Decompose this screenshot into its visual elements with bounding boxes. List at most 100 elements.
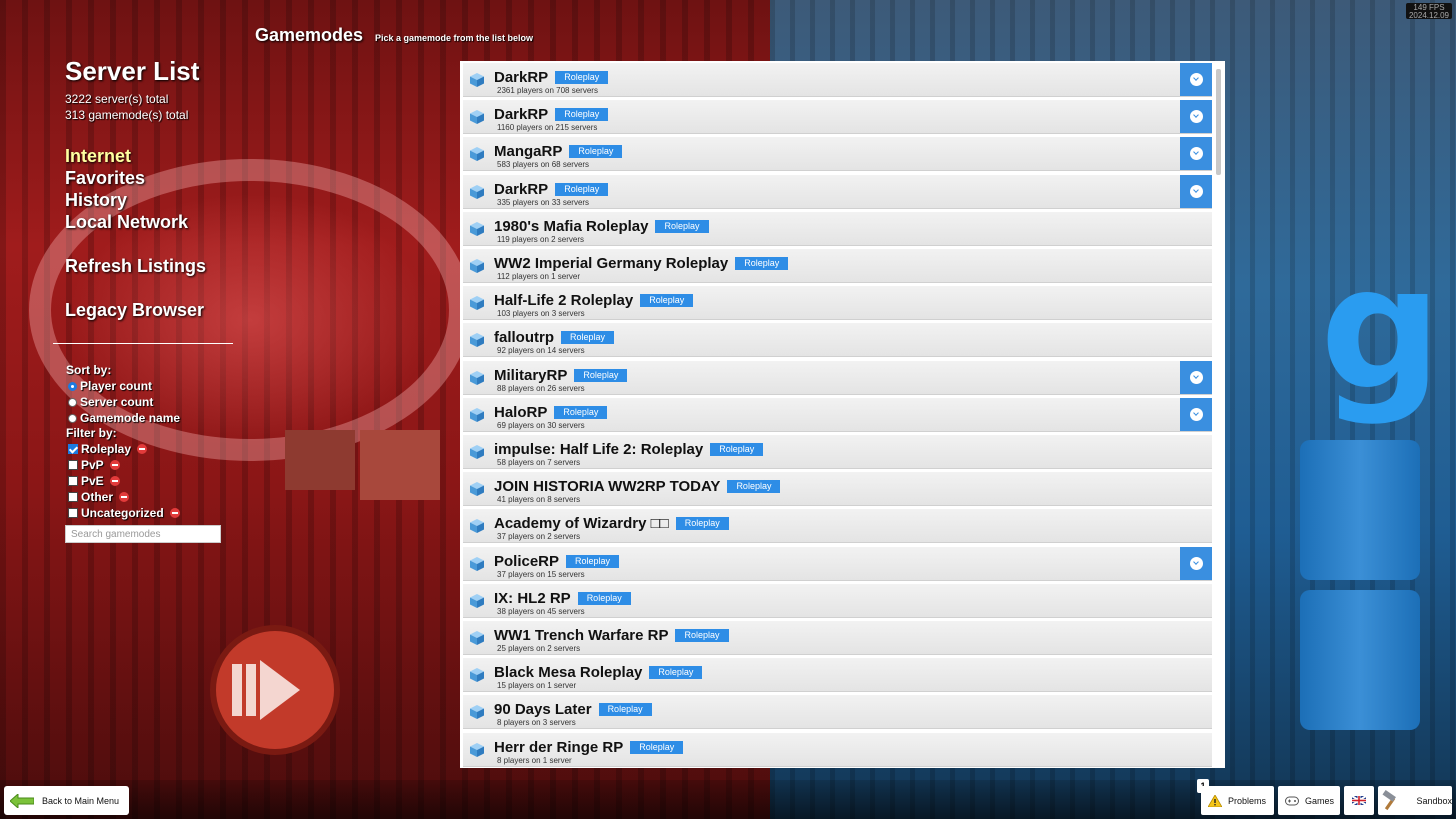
uk-flag-icon bbox=[1352, 796, 1366, 805]
checkbox-icon[interactable] bbox=[68, 460, 78, 470]
gamemode-row[interactable]: 90 Days Later Roleplay 8 players on 3 se… bbox=[463, 695, 1212, 730]
gamemode-player-info: 37 players on 2 servers bbox=[497, 532, 581, 542]
cube-icon bbox=[470, 482, 484, 497]
cube-icon bbox=[470, 593, 484, 608]
gamemode-row[interactable]: 1980's Mafia Roleplay Roleplay 119 playe… bbox=[463, 211, 1212, 246]
gamemode-category-tag: Roleplay bbox=[640, 294, 694, 308]
gamemode-player-info: 69 players on 30 servers bbox=[497, 420, 585, 430]
language-button[interactable] bbox=[1344, 786, 1374, 815]
nav-refresh-listings[interactable]: Refresh Listings bbox=[65, 256, 206, 277]
exclude-icon[interactable] bbox=[169, 508, 180, 518]
gamemode-row[interactable]: JOIN HISTORIA WW2RP TODAY Roleplay 41 pl… bbox=[463, 472, 1212, 507]
gamemode-row[interactable]: DarkRP Roleplay 335 players on 33 server… bbox=[463, 174, 1212, 209]
gamemode-row[interactable]: HaloRP Roleplay 69 players on 30 servers bbox=[463, 397, 1212, 432]
sort-option-gamemode-name[interactable]: Gamemode name bbox=[68, 411, 180, 425]
filter-uncategorized[interactable]: Uncategorized bbox=[68, 506, 180, 520]
gamemode-row[interactable]: falloutrp Roleplay 92 players on 14 serv… bbox=[463, 323, 1212, 358]
gamemode-name: 90 Days Later bbox=[494, 701, 592, 719]
exclude-icon[interactable] bbox=[119, 492, 130, 502]
gamemode-row[interactable]: IX: HL2 RP Roleplay 38 players on 45 ser… bbox=[463, 583, 1212, 618]
problems-button[interactable]: Problems bbox=[1201, 786, 1274, 815]
exclude-icon[interactable] bbox=[109, 460, 120, 470]
nav-favorites[interactable]: Favorites bbox=[65, 168, 145, 189]
filter-roleplay[interactable]: Roleplay bbox=[68, 442, 148, 456]
download-button[interactable] bbox=[1180, 100, 1212, 134]
gamemode-name: WW1 Trench Warfare RP bbox=[494, 627, 669, 644]
gamemode-name-line: DarkRP Roleplay bbox=[494, 106, 609, 124]
checkbox-icon[interactable] bbox=[68, 492, 78, 502]
filter-label: Filter by: bbox=[66, 426, 117, 440]
filter-other[interactable]: Other bbox=[68, 490, 130, 504]
filter-pvp[interactable]: PvP bbox=[68, 458, 120, 472]
sort-option-player-count[interactable]: Player count bbox=[68, 379, 152, 393]
cube-icon bbox=[470, 221, 484, 236]
sort-option-label: Gamemode name bbox=[80, 411, 181, 425]
gamemode-category-tag: Roleplay bbox=[574, 368, 628, 382]
gamemode-row[interactable]: DarkRP Roleplay 2361 players on 708 serv… bbox=[463, 63, 1212, 97]
gamemode-row[interactable]: WW1 Trench Warfare RP Roleplay 25 player… bbox=[463, 621, 1212, 655]
back-to-main-menu-button[interactable]: Back to Main Menu bbox=[4, 786, 129, 815]
exclude-icon[interactable] bbox=[109, 476, 120, 486]
hammer-icon bbox=[1382, 789, 1396, 810]
download-button[interactable] bbox=[1180, 360, 1212, 394]
cube-icon bbox=[470, 407, 484, 422]
gamemode-category-tag: Roleplay bbox=[598, 703, 652, 717]
nav-internet[interactable]: Internet bbox=[65, 146, 131, 167]
nav-history[interactable]: History bbox=[65, 190, 127, 211]
gamemode-category-tag: Roleplay bbox=[561, 331, 615, 345]
gamemode-name: DarkRP bbox=[494, 69, 549, 86]
gamemode-name-line: Black Mesa Roleplay Roleplay bbox=[494, 664, 703, 681]
gamemode-name-line: DarkRP Roleplay bbox=[494, 181, 609, 198]
radio-icon[interactable] bbox=[68, 397, 77, 407]
gamemode-row[interactable]: Half-Life 2 Roleplay Roleplay 103 player… bbox=[463, 286, 1212, 321]
download-button[interactable] bbox=[1180, 397, 1212, 431]
gamemode-row[interactable]: Academy of Wizardry □□ Roleplay 37 playe… bbox=[463, 509, 1212, 544]
radio-icon[interactable] bbox=[68, 413, 77, 423]
gamemode-player-info: 8 players on 1 server bbox=[497, 755, 572, 765]
gamemode-list[interactable]: DarkRP Roleplay 2361 players on 708 serv… bbox=[460, 61, 1225, 768]
gamemode-category-tag: Roleplay bbox=[577, 591, 631, 605]
gamemode-name-line: WW1 Trench Warfare RP Roleplay bbox=[494, 627, 729, 644]
filter-label-text: PvP bbox=[81, 458, 104, 472]
gamemode-row[interactable]: MilitaryRP Roleplay 88 players on 26 ser… bbox=[463, 360, 1212, 395]
cube-icon bbox=[470, 184, 484, 199]
cube-icon bbox=[470, 445, 484, 459]
gamemode-row[interactable]: DarkRP Roleplay 1160 players on 215 serv… bbox=[463, 100, 1212, 135]
gamemode-category-tag: Roleplay bbox=[554, 405, 608, 419]
list-scrollbar[interactable] bbox=[1216, 69, 1221, 175]
nav-legacy-browser[interactable]: Legacy Browser bbox=[65, 300, 204, 321]
gamemode-category-tag: Roleplay bbox=[727, 480, 781, 494]
exclude-icon[interactable] bbox=[137, 444, 148, 454]
gamemode-player-info: 2361 players on 708 servers bbox=[497, 86, 598, 95]
gamemode-category-tag: Roleplay bbox=[569, 145, 623, 159]
games-button[interactable]: Games bbox=[1278, 786, 1340, 815]
radio-selected-icon[interactable] bbox=[68, 381, 77, 391]
checkbox-icon[interactable] bbox=[68, 508, 78, 518]
gamemode-row[interactable]: WW2 Imperial Germany Roleplay Roleplay 1… bbox=[463, 249, 1212, 283]
checkbox-icon[interactable] bbox=[68, 476, 78, 486]
gamemode-name-line: MilitaryRP Roleplay bbox=[494, 367, 628, 384]
gamemode-row[interactable]: Herr der Ringe RP Roleplay 8 players on … bbox=[463, 732, 1212, 767]
search-gamemodes-input[interactable] bbox=[65, 525, 221, 543]
download-button[interactable] bbox=[1180, 174, 1212, 208]
gamemode-name: 1980's Mafia Roleplay bbox=[494, 217, 649, 235]
download-button[interactable] bbox=[1180, 63, 1212, 96]
gamemode-row[interactable]: impulse: Half Life 2: Roleplay Roleplay … bbox=[463, 435, 1212, 469]
server-list-title: Server List bbox=[65, 56, 200, 86]
nav-local-network[interactable]: Local Network bbox=[65, 212, 188, 233]
gamemode-name-line: falloutrp Roleplay bbox=[494, 329, 615, 346]
download-button[interactable] bbox=[1180, 137, 1212, 171]
sidebar-divider bbox=[53, 343, 233, 344]
filter-pve[interactable]: PvE bbox=[68, 474, 120, 488]
gamemode-name: DarkRP bbox=[494, 106, 549, 124]
sandbox-button[interactable]: Sandbox bbox=[1378, 786, 1452, 815]
download-button[interactable] bbox=[1180, 546, 1212, 580]
cube-icon bbox=[470, 333, 484, 348]
checkbox-checked-icon[interactable] bbox=[68, 444, 78, 454]
gamemode-row[interactable]: PoliceRP Roleplay 37 players on 15 serve… bbox=[463, 546, 1212, 581]
gamemode-row[interactable]: MangaRP Roleplay 583 players on 68 serve… bbox=[463, 137, 1212, 172]
gamemode-name-line: 1980's Mafia Roleplay Roleplay bbox=[494, 218, 709, 235]
sort-option-server-count[interactable]: Server count bbox=[68, 395, 153, 409]
cube-icon bbox=[470, 147, 484, 162]
gamemode-row[interactable]: Black Mesa Roleplay Roleplay 15 players … bbox=[463, 658, 1212, 693]
